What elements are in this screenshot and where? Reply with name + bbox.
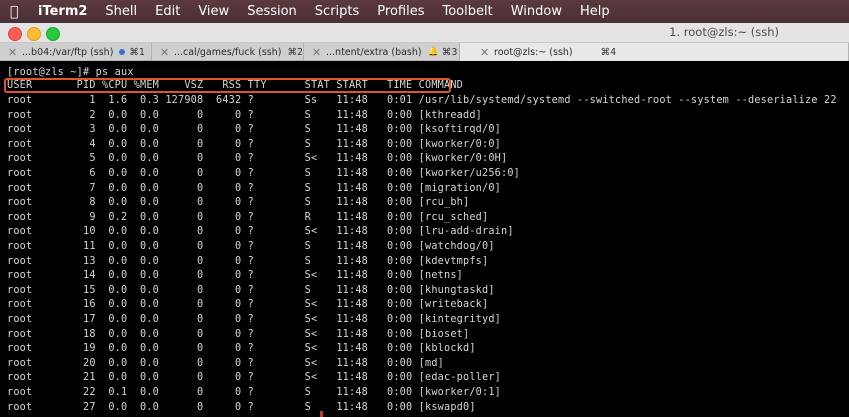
menu-help[interactable]: Help: [580, 4, 610, 19]
menu-view[interactable]: View: [198, 4, 229, 19]
process-row: root 14 0.0 0.0 0 0 ? S< 11:48 0:00 [net…: [7, 270, 464, 282]
scroll-marker: [320, 411, 323, 417]
menu-app-name[interactable]: iTerm2: [38, 4, 87, 19]
tab-shortcut: ⌘3: [441, 46, 458, 58]
header-highlight-box: [4, 78, 451, 93]
process-row: root 1 1.6 0.3 127908 6432 ? Ss 11:48 0:…: [7, 95, 837, 106]
process-row: root 3 0.0 0.0 0 0 ? S 11:48 0:00 [ksoft…: [7, 124, 502, 136]
menu-shell[interactable]: Shell: [105, 4, 137, 19]
menu-window[interactable]: Window: [511, 4, 562, 19]
tab-label: ...b04:/var/ftp (ssh): [22, 46, 114, 58]
tab-label: ...ntent/extra (bash): [326, 46, 422, 58]
close-tab-icon[interactable]: ✕: [312, 46, 326, 59]
process-row: root 6 0.0 0.0 0 0 ? S 11:48 0:00 [kwork…: [7, 168, 521, 179]
process-row: root 21 0.0 0.0 0 0 ? S< 11:48 0:00 [eda…: [7, 372, 502, 384]
process-row: root 8 0.0 0.0 0 0 ? S 11:48 0:00 [rcu_b…: [7, 197, 470, 209]
tab-1[interactable]: ✕ ...b04:/var/ftp (ssh) ⌘1: [0, 43, 152, 61]
process-row: root 19 0.0 0.0 0 0 ? S< 11:48 0:00 [kbl…: [7, 343, 476, 355]
tab-3[interactable]: ✕ ...ntent/extra (bash) 🔔 ⌘3: [304, 43, 460, 61]
tab-shortcut: ⌘1: [129, 46, 145, 58]
tab-label: ...cal/games/fuck (ssh): [173, 46, 282, 58]
zoom-window-button[interactable]: [46, 27, 60, 41]
window-title: 1. root@zls:~ (ssh): [669, 25, 779, 39]
terminal-output[interactable]: [root@zls ~]# ps aux USER PID %CPU %MEM …: [0, 62, 849, 417]
process-row: root 10 0.0 0.0 0 0 ? S< 11:48 0:00 [lru…: [7, 226, 514, 238]
close-window-button[interactable]: [8, 27, 22, 41]
process-row: root 17 0.0 0.0 0 0 ? S< 11:48 0:00 [kin…: [7, 314, 502, 325]
tab-4[interactable]: ✕ root@zls:~ (ssh) ⌘4: [460, 43, 849, 61]
menu-edit[interactable]: Edit: [155, 4, 180, 19]
process-row: root 16 0.0 0.0 0 0 ? S< 11:48 0:00 [wri…: [7, 299, 489, 311]
close-tab-icon[interactable]: ✕: [160, 46, 174, 59]
close-tab-icon[interactable]: ✕: [8, 46, 22, 59]
minimize-window-button[interactable]: [27, 27, 41, 41]
apple-icon[interactable]: : [10, 4, 38, 20]
process-row: root 7 0.0 0.0 0 0 ? S 11:48 0:00 [migra…: [7, 182, 502, 194]
tab-shortcut: ⌘2: [287, 46, 303, 58]
process-row: root 11 0.0 0.0 0 0 ? S 11:48 0:00 [watc…: [7, 241, 495, 252]
process-row: root 5 0.0 0.0 0 0 ? S< 11:48 0:00 [kwor…: [7, 153, 508, 165]
tab-bar: ✕ ...b04:/var/ftp (ssh) ⌘1 ✕ ...cal/game…: [0, 43, 849, 61]
close-tab-icon[interactable]: ✕: [480, 46, 494, 59]
mac-menubar:  iTerm2 Shell Edit View Session Scripts…: [0, 0, 849, 23]
process-row: root 27 0.0 0.0 0 0 ? S 11:48 0:00 [kswa…: [7, 401, 476, 413]
menu-toolbelt[interactable]: Toolbelt: [442, 4, 492, 19]
bell-icon: 🔔: [427, 47, 439, 57]
menu-scripts[interactable]: Scripts: [315, 4, 359, 19]
iterm-window:  iTerm2 Shell Edit View Session Scripts…: [0, 0, 849, 417]
tab-label: root@zls:~ (ssh): [494, 46, 573, 58]
process-row: root 18 0.0 0.0 0 0 ? S< 11:48 0:00 [bio…: [7, 328, 470, 340]
window-titlebar: 1. root@zls:~ (ssh): [0, 23, 849, 43]
menu-profiles[interactable]: Profiles: [377, 4, 424, 19]
tab-shortcut: ⌘4: [600, 46, 617, 58]
tab-2[interactable]: ✕ ...cal/games/fuck (ssh) ⌘2: [152, 43, 304, 61]
process-row: root 15 0.0 0.0 0 0 ? S 11:48 0:00 [khun…: [7, 284, 495, 296]
process-row: root 20 0.0 0.0 0 0 ? S< 11:48 0:00 [md]: [7, 357, 445, 369]
activity-dot-icon: [119, 49, 126, 55]
menu-session[interactable]: Session: [247, 4, 297, 19]
process-row: root 4 0.0 0.0 0 0 ? S 11:48 0:00 [kwork…: [7, 138, 502, 150]
process-row: root 22 0.1 0.0 0 0 ? S 11:48 0:00 [kwor…: [7, 387, 502, 398]
process-row: root 9 0.2 0.0 0 0 ? R 11:48 0:00 [rcu_s…: [7, 211, 489, 223]
process-row: root 2 0.0 0.0 0 0 ? S 11:48 0:00 [kthre…: [7, 109, 483, 121]
process-row: root 13 0.0 0.0 0 0 ? S 11:48 0:00 [kdev…: [7, 255, 489, 267]
